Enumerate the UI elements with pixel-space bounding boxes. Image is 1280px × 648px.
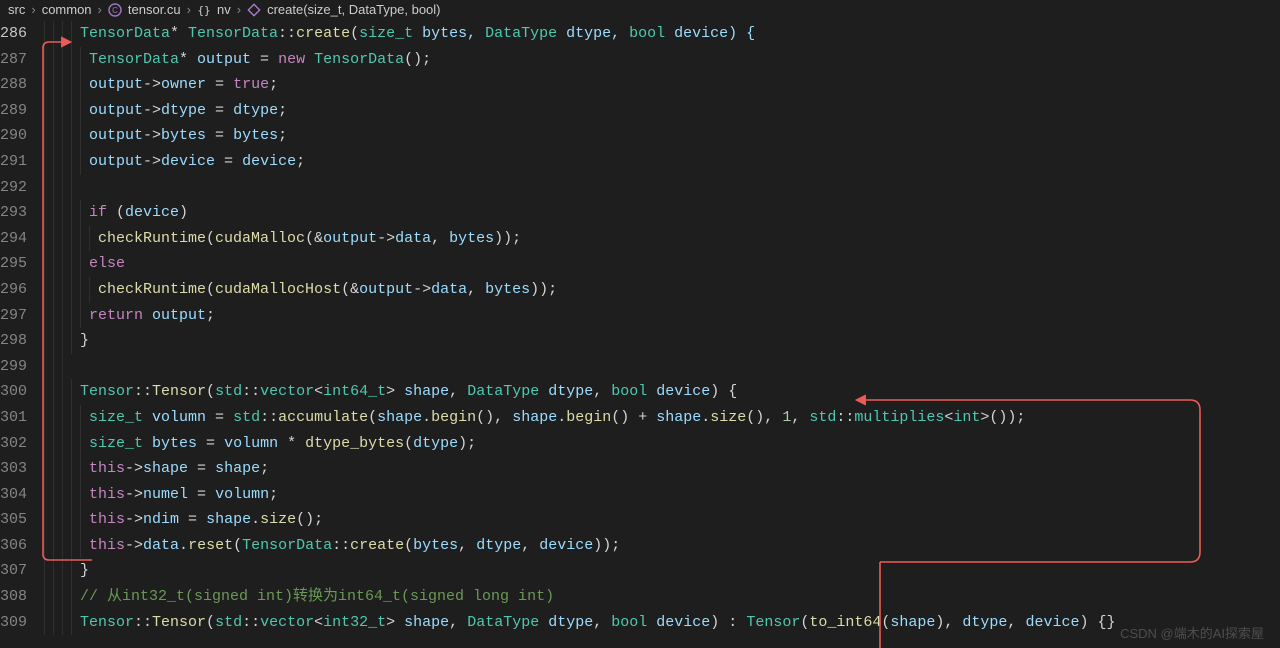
- line-number: 305: [0, 507, 44, 533]
- code-line[interactable]: 308 // 从int32_t(signed int)转换为int64_t(si…: [0, 584, 1280, 610]
- line-number: 286: [0, 21, 44, 47]
- line-number: 300: [0, 379, 44, 405]
- line-number: 293: [0, 200, 44, 226]
- code-line[interactable]: 299: [0, 354, 1280, 380]
- code-line[interactable]: 288 output->owner = true;: [0, 72, 1280, 98]
- chevron-right-icon: ›: [187, 2, 191, 17]
- code-line[interactable]: 295 else: [0, 251, 1280, 277]
- code-line[interactable]: 297 return output;: [0, 303, 1280, 329]
- crumb-symbol[interactable]: create(size_t, DataType, bool): [267, 2, 440, 17]
- line-number: 294: [0, 226, 44, 252]
- line-number: 288: [0, 72, 44, 98]
- code-line[interactable]: 303 this->shape = shape;: [0, 456, 1280, 482]
- code-line[interactable]: 292: [0, 175, 1280, 201]
- code-line[interactable]: 291 output->device = device;: [0, 149, 1280, 175]
- line-number: 290: [0, 123, 44, 149]
- line-number: 297: [0, 303, 44, 329]
- code-line[interactable]: 300 Tensor::Tensor(std::vector<int64_t> …: [0, 379, 1280, 405]
- code-line[interactable]: 287 TensorData* output = new TensorData(…: [0, 47, 1280, 73]
- code-line[interactable]: 293 if (device): [0, 200, 1280, 226]
- line-number: 299: [0, 354, 44, 380]
- line-number: 287: [0, 47, 44, 73]
- cpp-file-icon: C: [108, 3, 122, 17]
- chevron-right-icon: ›: [31, 2, 35, 17]
- code-line[interactable]: 306 this->data.reset(TensorData::create(…: [0, 533, 1280, 559]
- line-number: 302: [0, 431, 44, 457]
- code-line[interactable]: 302 size_t bytes = volumn * dtype_bytes(…: [0, 431, 1280, 457]
- code-line[interactable]: 304 this->numel = volumn;: [0, 482, 1280, 508]
- line-number: 291: [0, 149, 44, 175]
- chevron-right-icon: ›: [98, 2, 102, 17]
- svg-text:{}: {}: [197, 4, 210, 17]
- crumb-file[interactable]: tensor.cu: [128, 2, 181, 17]
- code-line[interactable]: 286 TensorData* TensorData::create(size_…: [0, 21, 1280, 47]
- code-line[interactable]: 289 output->dtype = dtype;: [0, 98, 1280, 124]
- line-number: 292: [0, 175, 44, 201]
- chevron-right-icon: ›: [237, 2, 241, 17]
- code-line[interactable]: 307 }: [0, 558, 1280, 584]
- code-editor[interactable]: 286 TensorData* TensorData::create(size_…: [0, 21, 1280, 635]
- line-number: 301: [0, 405, 44, 431]
- line-number: 295: [0, 251, 44, 277]
- code-line[interactable]: 294 checkRuntime(cudaMalloc(&output->dat…: [0, 226, 1280, 252]
- crumb-src[interactable]: src: [8, 2, 25, 17]
- code-line[interactable]: 301 size_t volumn = std::accumulate(shap…: [0, 405, 1280, 431]
- method-icon: [247, 3, 261, 17]
- line-number: 296: [0, 277, 44, 303]
- line-number: 289: [0, 98, 44, 124]
- line-number: 309: [0, 610, 44, 636]
- line-number: 303: [0, 456, 44, 482]
- code-line[interactable]: 298 }: [0, 328, 1280, 354]
- line-number: 304: [0, 482, 44, 508]
- code-line[interactable]: 305 this->ndim = shape.size();: [0, 507, 1280, 533]
- breadcrumb[interactable]: src › common › C tensor.cu › {} nv › cre…: [0, 0, 1280, 21]
- code-line[interactable]: 309 Tensor::Tensor(std::vector<int32_t> …: [0, 610, 1280, 636]
- line-number: 306: [0, 533, 44, 559]
- code-line[interactable]: 290 output->bytes = bytes;: [0, 123, 1280, 149]
- namespace-icon: {}: [197, 3, 211, 17]
- crumb-common[interactable]: common: [42, 2, 92, 17]
- line-number: 307: [0, 558, 44, 584]
- code-line[interactable]: 296 checkRuntime(cudaMallocHost(&output-…: [0, 277, 1280, 303]
- line-number: 308: [0, 584, 44, 610]
- crumb-namespace[interactable]: nv: [217, 2, 231, 17]
- line-number: 298: [0, 328, 44, 354]
- svg-text:C: C: [112, 6, 118, 15]
